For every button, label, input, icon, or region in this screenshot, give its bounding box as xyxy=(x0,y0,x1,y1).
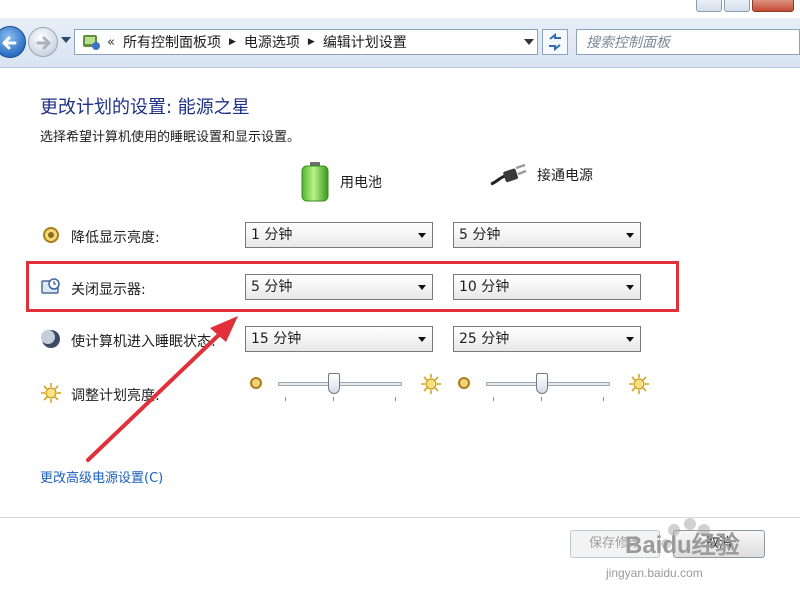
annotation-arrow xyxy=(86,316,238,462)
watermark-url: jingyan.baidu.com xyxy=(606,566,703,580)
watermark-brand: Baidu经验 xyxy=(625,532,740,559)
